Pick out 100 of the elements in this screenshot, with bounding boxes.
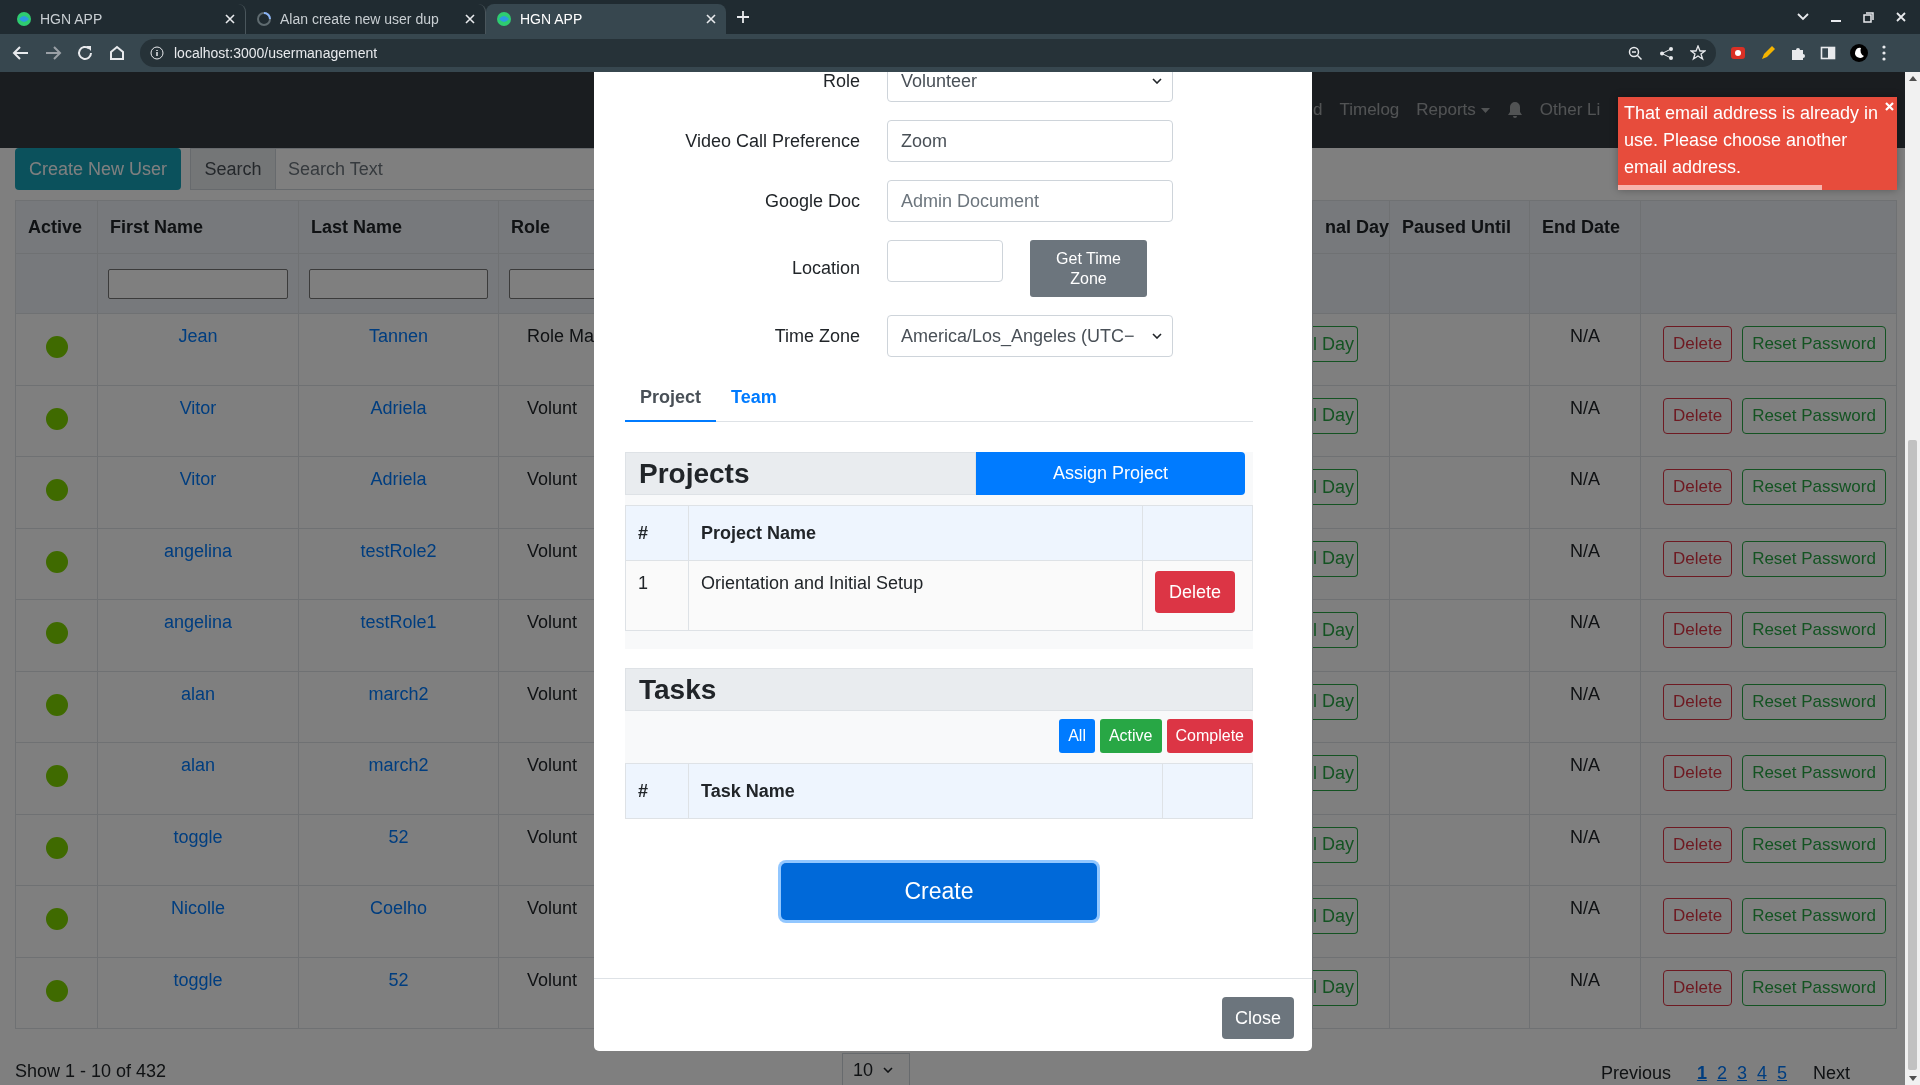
input-field[interactable] bbox=[887, 240, 1003, 282]
first-name-link[interactable]: alan bbox=[181, 755, 215, 775]
filter-button[interactable]: Complete bbox=[1166, 719, 1253, 753]
column-header[interactable]: End Date bbox=[1529, 200, 1641, 254]
column-header[interactable]: Active bbox=[15, 200, 98, 254]
first-name-link[interactable]: toggle bbox=[173, 826, 223, 847]
create-button[interactable]: Create bbox=[781, 863, 1097, 920]
page-link[interactable]: 5 bbox=[1776, 1063, 1787, 1084]
page-link[interactable]: 3 bbox=[1736, 1063, 1747, 1084]
restore-icon[interactable] bbox=[1863, 11, 1874, 23]
last-name-link[interactable]: march2 bbox=[368, 683, 429, 704]
last-name-link[interactable]: testRole2 bbox=[360, 540, 437, 561]
reload-icon[interactable] bbox=[76, 44, 94, 62]
forward-icon[interactable] bbox=[44, 44, 62, 62]
last-name-link[interactable]: testRole1 bbox=[360, 612, 437, 632]
first-name-link[interactable]: angelina bbox=[163, 612, 233, 632]
last-name-link[interactable]: Adriela bbox=[370, 397, 427, 418]
delete-button[interactable]: Delete bbox=[1663, 540, 1733, 577]
reset-password-button[interactable]: Reset Password bbox=[1742, 612, 1886, 648]
column-header[interactable]: First Name bbox=[97, 200, 299, 254]
next-link[interactable]: Next bbox=[1813, 1063, 1850, 1084]
moon-icon[interactable] bbox=[1850, 44, 1868, 62]
delete-button[interactable]: Delete bbox=[1663, 826, 1733, 863]
close-icon[interactable] bbox=[706, 14, 716, 24]
select-field[interactable]: America/Los_Angeles (UTC− bbox=[887, 315, 1173, 357]
last-name-link[interactable]: Tannen bbox=[368, 326, 429, 346]
delete-button[interactable]: Delete bbox=[1663, 469, 1733, 505]
home-icon[interactable] bbox=[108, 44, 126, 62]
reset-password-button[interactable]: Reset Password bbox=[1742, 326, 1886, 362]
scroll-up-icon[interactable] bbox=[1908, 76, 1917, 81]
reset-password-button[interactable]: Reset Password bbox=[1742, 540, 1886, 577]
final-day-button[interactable]: l Day bbox=[1313, 898, 1358, 934]
delete-button[interactable]: Delete bbox=[1663, 969, 1733, 1006]
browser-tab[interactable]: HGN APP bbox=[486, 4, 726, 34]
last-name-link[interactable]: 52 bbox=[388, 826, 409, 847]
delete-button[interactable]: Delete bbox=[1663, 755, 1733, 791]
column-header[interactable]: Paused Until bbox=[1389, 200, 1530, 254]
first-name-link[interactable]: alan bbox=[181, 683, 215, 704]
assign-project-button[interactable]: Assign Project bbox=[976, 452, 1245, 495]
column-header[interactable]: Last Name bbox=[298, 200, 499, 254]
first-name-link[interactable]: Vitor bbox=[179, 469, 217, 489]
share-icon[interactable] bbox=[1659, 45, 1674, 61]
select-field[interactable]: Volunteer bbox=[887, 72, 1173, 102]
puzzle-icon[interactable] bbox=[1790, 45, 1806, 61]
final-day-button[interactable]: l Day bbox=[1313, 612, 1358, 648]
tab[interactable]: Project bbox=[625, 375, 717, 422]
reset-password-button[interactable]: Reset Password bbox=[1742, 755, 1886, 791]
final-day-button[interactable]: l Day bbox=[1313, 397, 1358, 434]
last-name-link[interactable]: 52 bbox=[388, 969, 409, 990]
star-icon[interactable] bbox=[1690, 45, 1706, 61]
last-name-link[interactable]: Adriela bbox=[370, 469, 427, 489]
filter-button[interactable]: All bbox=[1059, 719, 1095, 753]
first-name-link[interactable]: Nicolle bbox=[171, 898, 225, 918]
final-day-button[interactable]: l Day bbox=[1313, 540, 1358, 577]
final-day-button[interactable]: l Day bbox=[1313, 755, 1358, 791]
delete-button[interactable]: Delete bbox=[1663, 683, 1733, 720]
filter-button[interactable]: Active bbox=[1099, 719, 1162, 753]
page-link[interactable]: 4 bbox=[1756, 1063, 1767, 1084]
close-icon[interactable] bbox=[1896, 12, 1906, 22]
final-day-button[interactable]: l Day bbox=[1313, 683, 1358, 720]
reset-password-button[interactable]: Reset Password bbox=[1742, 969, 1886, 1006]
create-user-button[interactable]: Create New User bbox=[15, 148, 181, 190]
close-icon[interactable] bbox=[465, 14, 475, 24]
chevron-down-icon[interactable] bbox=[1797, 13, 1809, 21]
first-name-link[interactable]: angelina bbox=[163, 540, 233, 561]
back-icon[interactable] bbox=[12, 44, 30, 62]
last-name-link[interactable]: Coelho bbox=[369, 898, 427, 918]
scroll-down-icon[interactable] bbox=[1908, 1076, 1917, 1081]
tab[interactable]: Team bbox=[716, 375, 792, 422]
last-name-link[interactable]: march2 bbox=[368, 755, 429, 775]
first-name-link[interactable]: Jean bbox=[178, 326, 218, 346]
delete-button[interactable]: Delete bbox=[1663, 326, 1733, 362]
delete-button[interactable]: Delete bbox=[1663, 612, 1733, 648]
more-icon[interactable] bbox=[1882, 45, 1886, 61]
reset-password-button[interactable]: Reset Password bbox=[1742, 898, 1886, 934]
first-name-link[interactable]: Vitor bbox=[179, 397, 217, 418]
filter-field[interactable] bbox=[108, 268, 288, 299]
close-icon[interactable] bbox=[225, 14, 235, 24]
input-field[interactable]: Admin Document bbox=[887, 180, 1173, 222]
reset-password-button[interactable]: Reset Password bbox=[1742, 683, 1886, 720]
input-field[interactable]: Zoom bbox=[887, 120, 1173, 162]
first-name-link[interactable]: toggle bbox=[173, 969, 223, 990]
get-time-zone-button[interactable]: Get Time Zone bbox=[1030, 240, 1147, 297]
final-day-button[interactable]: l Day bbox=[1313, 969, 1358, 1006]
page-link[interactable]: 2 bbox=[1716, 1063, 1727, 1084]
delete-button[interactable]: Delete bbox=[1663, 898, 1733, 934]
filter-field[interactable] bbox=[309, 268, 488, 299]
info-icon[interactable] bbox=[150, 46, 164, 60]
final-day-button[interactable]: l Day bbox=[1313, 469, 1358, 505]
pencil-icon[interactable] bbox=[1760, 45, 1776, 61]
extension-icon[interactable] bbox=[1730, 45, 1746, 61]
delete-button[interactable]: Delete bbox=[1155, 571, 1236, 613]
address-bar[interactable]: localhost:3000/usermanagement bbox=[140, 39, 1716, 67]
final-day-button[interactable]: l Day bbox=[1313, 826, 1358, 863]
page-link[interactable]: 1 bbox=[1696, 1063, 1707, 1084]
reset-password-button[interactable]: Reset Password bbox=[1742, 826, 1886, 863]
reset-password-button[interactable]: Reset Password bbox=[1742, 469, 1886, 505]
close-button[interactable]: Close bbox=[1221, 997, 1294, 1039]
reset-password-button[interactable]: Reset Password bbox=[1742, 397, 1886, 434]
delete-button[interactable]: Delete bbox=[1663, 397, 1733, 434]
